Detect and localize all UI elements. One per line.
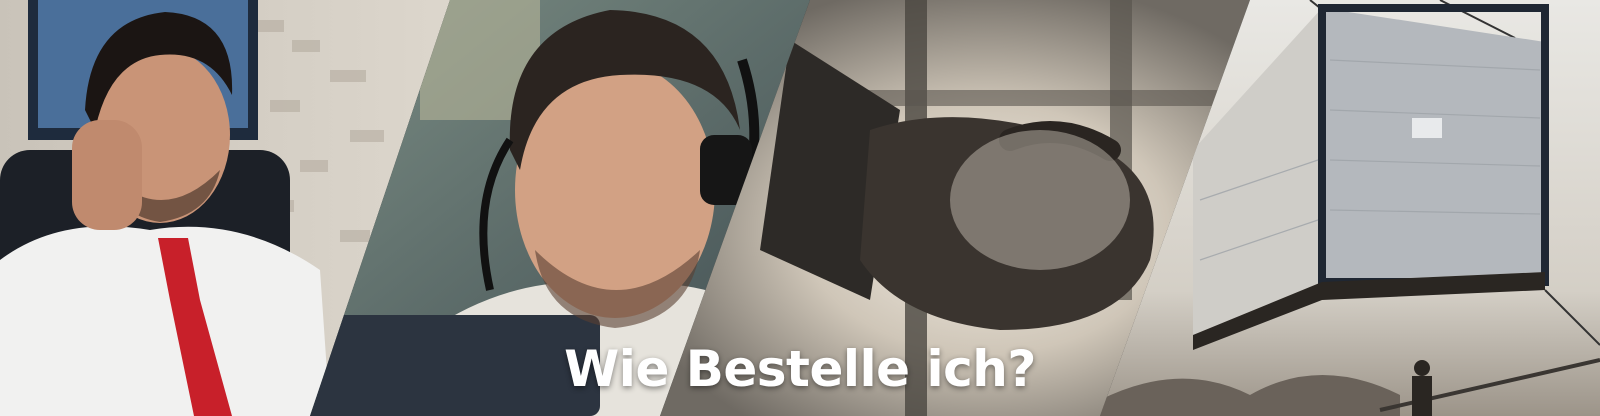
page-headline: Wie Bestelle ich? [564,339,1036,398]
hero-banner: Wie Bestelle ich? [0,0,1600,416]
